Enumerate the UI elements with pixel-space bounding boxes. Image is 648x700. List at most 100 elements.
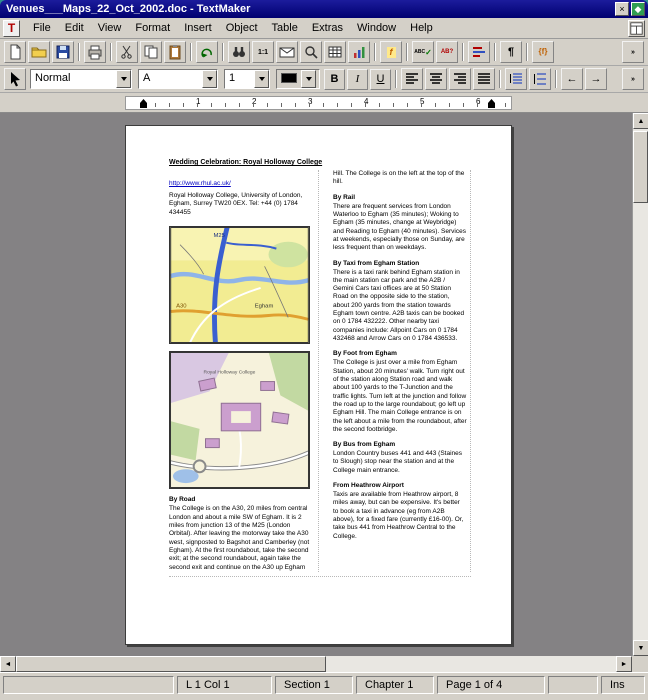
new-document-icon — [7, 44, 23, 60]
toolbar-separator — [526, 43, 528, 61]
vertical-scrollbar[interactable]: ▲ ▼ — [632, 113, 648, 656]
track-changes-icon — [471, 44, 487, 60]
horizontal-scrollbar[interactable]: ◄ ► — [0, 656, 648, 672]
menu-help[interactable]: Help — [403, 19, 440, 37]
pointer-tool-button[interactable] — [4, 68, 26, 90]
align-left-button[interactable] — [401, 68, 423, 90]
open-button[interactable] — [28, 41, 50, 63]
menu-table[interactable]: Table — [265, 19, 305, 37]
chevron-down-icon — [259, 77, 265, 81]
menu-format[interactable]: Format — [128, 19, 177, 37]
ruler-strip[interactable]: 1 2 3 4 5 6 — [125, 96, 512, 110]
toolbar-separator — [374, 43, 376, 61]
mail-button[interactable] — [276, 41, 298, 63]
toolbar-overflow-button[interactable]: » — [622, 68, 644, 90]
title-bar[interactable]: Venues___Maps_22_Oct_2002.doc - TextMake… — [0, 0, 648, 18]
scroll-up-button[interactable]: ▲ — [633, 113, 648, 129]
chevron-down-icon — [121, 77, 127, 81]
window-maximize-button[interactable]: ◆ — [631, 2, 645, 16]
style-combo-arrow[interactable] — [116, 70, 131, 88]
menu-view[interactable]: View — [91, 19, 129, 37]
print-button[interactable] — [84, 41, 106, 63]
line-spacing-2-button[interactable] — [529, 68, 551, 90]
font-combo[interactable]: A — [138, 69, 218, 89]
horizontal-ruler[interactable]: 1 2 3 4 5 6 — [0, 93, 648, 113]
copy-icon — [143, 44, 159, 60]
scissors-icon — [119, 44, 135, 60]
line-spacing-1-button[interactable] — [505, 68, 527, 90]
decrease-indent-button[interactable]: ← — [561, 68, 583, 90]
menu-object[interactable]: Object — [219, 19, 265, 37]
zoom-tool-button[interactable] — [300, 41, 322, 63]
thesaurus-button[interactable]: AB? — [436, 41, 458, 63]
document-system-menu-button[interactable]: T — [3, 20, 20, 37]
document-page[interactable]: Wedding Celebration: Royal Holloway Coll… — [125, 125, 512, 645]
font-size-combo[interactable]: 1 — [224, 69, 270, 89]
right-indent-marker[interactable] — [488, 99, 495, 108]
paste-button[interactable] — [164, 41, 186, 63]
underline-button[interactable]: U — [370, 69, 391, 90]
pilcrow-icon: ¶ — [508, 47, 514, 58]
close-icon: × — [619, 4, 624, 14]
status-insert-mode[interactable]: Ins — [601, 676, 645, 694]
scroll-down-button[interactable]: ▼ — [633, 640, 648, 656]
toolbar-overflow-button[interactable]: » — [622, 41, 644, 63]
status-bar: L 1 Col 1 Section 1 Chapter 1 Page 1 of … — [0, 672, 648, 696]
document-workspace: Wedding Celebration: Royal Holloway Coll… — [0, 113, 648, 656]
scroll-right-button[interactable]: ► — [616, 656, 632, 672]
find-button[interactable] — [228, 41, 250, 63]
increase-indent-button[interactable]: → — [585, 68, 607, 90]
scroll-left-button[interactable]: ◄ — [0, 656, 16, 672]
window-close-button[interactable]: × — [615, 2, 629, 16]
copy-button[interactable] — [140, 41, 162, 63]
menu-extras[interactable]: Extras — [305, 19, 350, 37]
undo-button[interactable] — [196, 41, 218, 63]
map-label-a30: A30 — [176, 304, 187, 310]
doc-section: By Rail There are frequent services from… — [333, 194, 467, 253]
menu-window[interactable]: Window — [350, 19, 403, 37]
font-size-combo-arrow[interactable] — [254, 70, 269, 88]
new-document-button[interactable] — [4, 41, 26, 63]
font-color-combo-arrow[interactable] — [301, 70, 316, 88]
left-indent-marker[interactable] — [140, 99, 147, 108]
vertical-scroll-track[interactable] — [633, 129, 648, 640]
bold-button[interactable]: B — [324, 69, 345, 90]
align-justify-button[interactable] — [473, 68, 495, 90]
section-text: Taxis are available from Heathrow airpor… — [333, 491, 467, 541]
up-arrow-icon: ▲ — [638, 118, 645, 125]
menu-edit[interactable]: Edit — [58, 19, 91, 37]
cut-button[interactable] — [116, 41, 138, 63]
spell-check-button[interactable]: ABC✓ — [412, 41, 434, 63]
line-spacing-double-icon — [532, 71, 548, 87]
zoom-100-button[interactable]: 1:1 — [252, 41, 274, 63]
maximize-icon: ◆ — [635, 4, 642, 14]
style-combo[interactable]: Normal — [30, 69, 132, 89]
align-right-button[interactable] — [449, 68, 471, 90]
indent-icon: → — [591, 74, 602, 85]
formula-icon: {f} — [539, 48, 548, 56]
window-list-button[interactable] — [628, 20, 645, 37]
horizontal-scroll-track[interactable] — [16, 656, 616, 672]
undo-arrow-icon — [199, 44, 215, 60]
vertical-scroll-thumb[interactable] — [633, 131, 648, 203]
track-changes-button[interactable] — [468, 41, 490, 63]
formula-button[interactable]: {f} — [532, 41, 554, 63]
section-heading: By Taxi from Egham Station — [333, 260, 467, 267]
menu-file[interactable]: File — [26, 19, 58, 37]
ruler-ticks — [128, 103, 509, 107]
align-center-button[interactable] — [425, 68, 447, 90]
down-arrow-icon: ▼ — [638, 645, 645, 652]
font-color-combo[interactable] — [276, 69, 320, 89]
insert-chart-button[interactable] — [348, 41, 370, 63]
italic-button[interactable]: I — [347, 69, 368, 90]
horizontal-scroll-thumb[interactable] — [16, 656, 326, 672]
auto-format-button[interactable]: f — [380, 41, 402, 63]
insert-table-button[interactable] — [324, 41, 346, 63]
toolbar-separator — [395, 70, 397, 88]
paragraph-marks-button[interactable]: ¶ — [500, 41, 522, 63]
section-text: The College is just over a mile from Egh… — [333, 359, 467, 434]
rhul-link[interactable]: http://www.rhul.ac.uk/ — [169, 180, 311, 187]
save-button[interactable] — [52, 41, 74, 63]
menu-insert[interactable]: Insert — [177, 19, 219, 37]
font-combo-arrow[interactable] — [202, 70, 217, 88]
